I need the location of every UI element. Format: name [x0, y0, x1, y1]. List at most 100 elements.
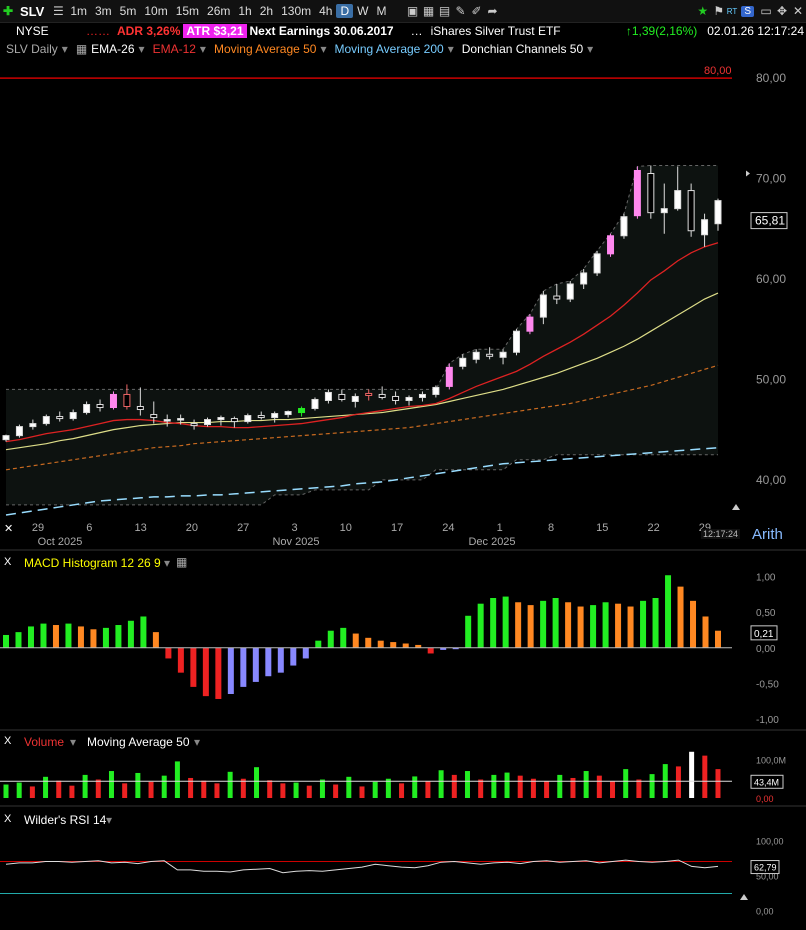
- candle-body: [163, 419, 171, 422]
- grid-icon[interactable]: ▦: [176, 555, 187, 569]
- timeframe-1m[interactable]: 1m: [66, 4, 91, 18]
- calendar-icon[interactable]: ▦: [420, 4, 436, 18]
- chevron-down-icon[interactable]: ▾: [106, 813, 112, 827]
- timeframe-5m[interactable]: 5m: [116, 4, 141, 18]
- volume-label[interactable]: Volume: [24, 735, 64, 749]
- volume-bar: [372, 781, 378, 798]
- s-badge[interactable]: S: [741, 5, 754, 17]
- candle-body: [378, 393, 386, 398]
- macd-bar: [652, 598, 659, 648]
- add-icon[interactable]: ✚: [0, 4, 16, 18]
- date-tick: 13: [134, 522, 146, 534]
- brush-icon[interactable]: ✐: [468, 4, 484, 18]
- date-tick: 24: [442, 522, 454, 534]
- volume-bar: [557, 774, 563, 798]
- chevron-down-icon[interactable]: ▾: [62, 42, 68, 56]
- grid-icon[interactable]: ▤: [436, 4, 452, 18]
- macd-close-button[interactable]: X: [4, 556, 11, 568]
- volume-close-button[interactable]: X: [4, 735, 11, 747]
- move-icon[interactable]: ✥: [774, 4, 790, 18]
- atr-badge: ATR $3,21: [183, 24, 247, 38]
- grid-icon[interactable]: ▦: [76, 42, 87, 56]
- macd-bar: [490, 598, 497, 648]
- macd-bar: [340, 627, 347, 648]
- timeframe-1h[interactable]: 1h: [234, 4, 255, 18]
- main-series-label[interactable]: SLV Daily: [6, 42, 58, 56]
- macd-tick: -0,50: [756, 679, 779, 690]
- volume-bar: [689, 751, 695, 798]
- timeframe-3m[interactable]: 3m: [91, 4, 116, 18]
- macd-bar: [52, 625, 59, 648]
- candle-body: [445, 366, 453, 387]
- timeframe-2h[interactable]: 2h: [256, 4, 277, 18]
- ema12-label[interactable]: EMA-12: [153, 42, 196, 56]
- macd-label[interactable]: MACD Histogram 12 26 9: [24, 556, 161, 570]
- rsi-label[interactable]: Wilder's RSI 14: [24, 813, 106, 827]
- ma50-label[interactable]: Moving Average 50: [214, 42, 317, 56]
- macd-bar: [3, 634, 9, 648]
- scale-mode-label[interactable]: Arith: [752, 526, 783, 543]
- chevron-down-icon[interactable]: ▾: [70, 735, 76, 749]
- volume-bar: [504, 772, 510, 798]
- macd-bar: [402, 643, 409, 648]
- rt-badge[interactable]: RT: [727, 7, 738, 16]
- macd-bar: [215, 647, 222, 699]
- timeframe-4h[interactable]: 4h: [315, 4, 336, 18]
- volume-bar: [346, 776, 352, 798]
- macd-bar: [715, 630, 721, 648]
- pencil-icon[interactable]: ✎: [452, 4, 468, 18]
- close-icon[interactable]: ✕: [790, 4, 806, 18]
- chevron-down-icon[interactable]: ▾: [200, 42, 206, 56]
- volume-bar: [478, 779, 484, 798]
- chevron-down-icon[interactable]: ▾: [448, 42, 454, 56]
- macd-tick: 0,50: [756, 608, 776, 619]
- chevron-down-icon[interactable]: ▾: [587, 42, 593, 56]
- chevron-down-icon[interactable]: ▾: [320, 42, 326, 56]
- rsi-close-button[interactable]: X: [4, 813, 11, 825]
- star-icon[interactable]: ★: [695, 4, 711, 18]
- price-tick: 50,00: [756, 372, 786, 386]
- chart-area[interactable]: 80,00 80,0070,0060,0050,0040,0065,8129 6 13…: [0, 58, 806, 930]
- ma200-label[interactable]: Moving Average 200: [335, 42, 444, 56]
- date-tick: 10: [340, 522, 352, 534]
- chevron-down-icon[interactable]: ▾: [139, 42, 145, 56]
- volume-bar: [82, 774, 88, 798]
- volume-bar: [636, 779, 642, 798]
- timeframe-W[interactable]: W: [353, 4, 372, 18]
- candle-body: [351, 395, 359, 402]
- macd-bar: [477, 603, 484, 648]
- timeframe-D[interactable]: D: [336, 4, 354, 18]
- share-icon[interactable]: ➦: [484, 4, 500, 18]
- chevron-down-icon[interactable]: ▾: [194, 735, 200, 749]
- save-icon[interactable]: ▭: [758, 4, 774, 18]
- volume-bar: [280, 783, 286, 798]
- timeframe-15m[interactable]: 15m: [172, 4, 203, 18]
- list-icon[interactable]: ☰: [50, 4, 66, 18]
- candle-body: [29, 423, 37, 428]
- timeframe-M[interactable]: M: [372, 4, 390, 18]
- date-tick: 17: [391, 522, 403, 534]
- donchian-label[interactable]: Donchian Channels 50: [462, 42, 583, 56]
- macd-bar: [640, 600, 647, 648]
- candle-body: [298, 408, 306, 414]
- ema26-label[interactable]: EMA-26: [91, 42, 134, 56]
- volume-bar: [583, 771, 589, 798]
- tv-icon[interactable]: ▣: [404, 4, 420, 18]
- volume-bar: [95, 779, 101, 798]
- volume-ma-label[interactable]: Moving Average 50: [87, 735, 190, 749]
- flag-icon[interactable]: ⚑: [711, 4, 727, 18]
- symbol-field[interactable]: SLV: [20, 4, 44, 19]
- x-axis-close[interactable]: ✕: [4, 522, 13, 535]
- macd-bar: [265, 647, 272, 677]
- candle-body: [56, 416, 64, 420]
- candle-body: [150, 414, 158, 419]
- timeframe-10m[interactable]: 10m: [140, 4, 171, 18]
- scroll-up-icon: [740, 894, 748, 900]
- chevron-down-icon[interactable]: ▾: [164, 556, 170, 570]
- candle-body: [526, 316, 534, 332]
- timeframe-26m[interactable]: 26m: [203, 4, 234, 18]
- macd-bar: [352, 633, 359, 648]
- macd-bar: [602, 602, 609, 648]
- candle-body: [566, 283, 574, 300]
- timeframe-130m[interactable]: 130m: [277, 4, 315, 18]
